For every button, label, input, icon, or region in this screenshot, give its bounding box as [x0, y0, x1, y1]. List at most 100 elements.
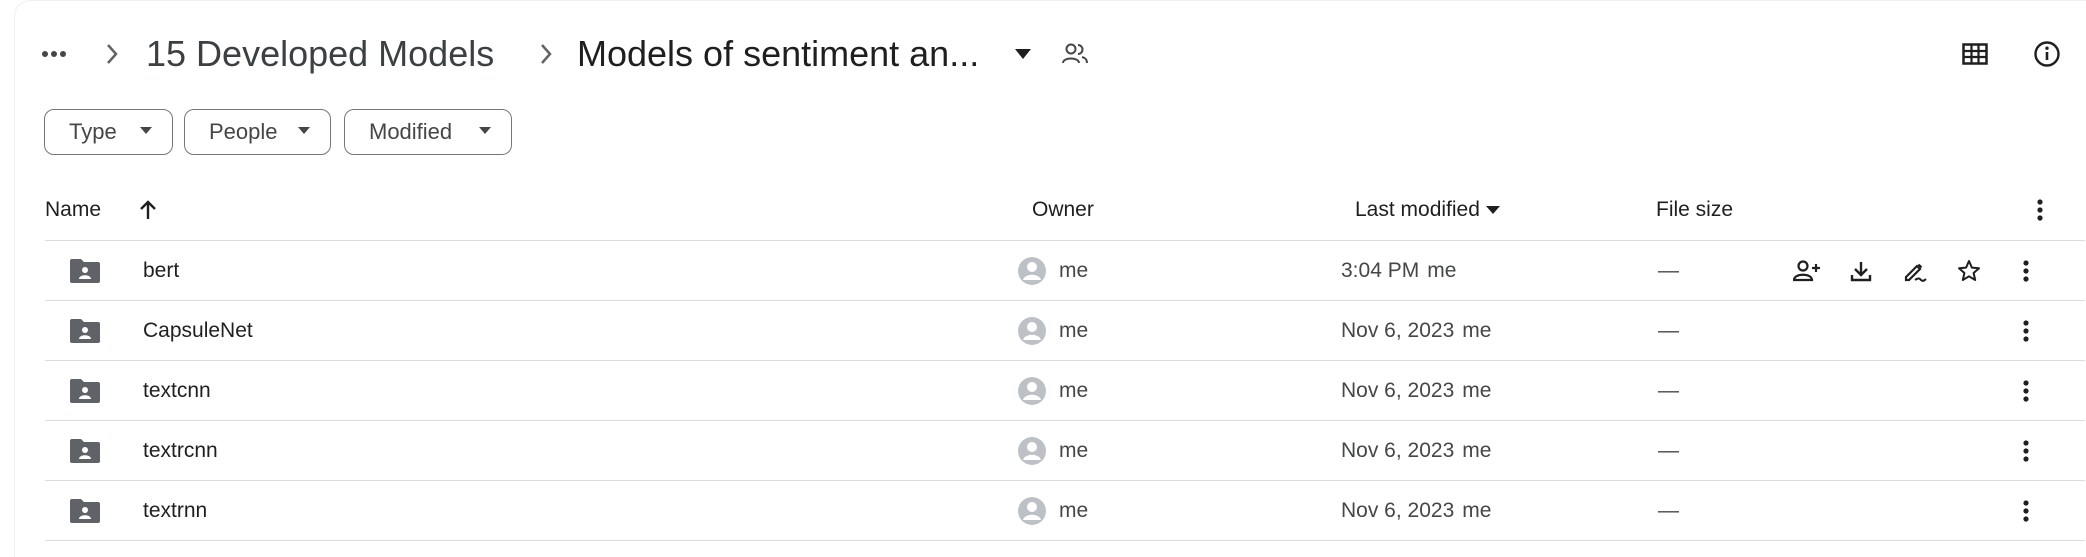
row-quick-actions: [1785, 241, 1985, 301]
modified-by: me: [1462, 319, 1492, 342]
row-more-actions-button[interactable]: [2004, 309, 2048, 353]
owner-cell: me: [1017, 361, 1088, 421]
people-filter-chip[interactable]: People: [184, 109, 331, 155]
rename-icon: [1904, 263, 1927, 282]
last-modified-column-header[interactable]: Last modified: [1355, 198, 1500, 222]
last-modified-cell: 3:04 PM me: [1341, 241, 1456, 301]
folder-icon-cell: [69, 301, 101, 361]
modified-filter-chip[interactable]: Modified: [344, 109, 512, 155]
avatar-icon: [1018, 377, 1046, 405]
shared-folder-icon: [70, 439, 100, 463]
row-more-actions-button[interactable]: [2004, 249, 2048, 293]
breadcrumb-parent-folder[interactable]: 15 Developed Models: [146, 33, 494, 75]
arrow-drop-down-icon: [298, 127, 310, 134]
row-quick-actions: [1785, 301, 1985, 361]
file-size-column-header: File size: [1656, 198, 1734, 221]
star-button[interactable]: [1947, 249, 1991, 293]
folder-icon-cell: [69, 241, 101, 301]
avatar-icon: [1018, 317, 1046, 345]
breadcrumb-current-folder[interactable]: Models of sentiment an...: [577, 33, 979, 75]
modified-by: me: [1462, 379, 1492, 402]
file-size-cell: —: [1658, 259, 1679, 282]
sort-direction-button[interactable]: [126, 188, 170, 232]
arrow-drop-down-icon: [1485, 206, 1500, 214]
row-more-actions-button[interactable]: [2004, 489, 2048, 533]
file-size-cell: —: [1658, 379, 1679, 402]
file-name[interactable]: CapsuleNet: [143, 301, 253, 361]
name-column-header[interactable]: Name: [45, 198, 101, 222]
shared-folder-icon: [70, 259, 100, 283]
table-row[interactable]: textcnn me Nov 6, 2023 me —: [45, 361, 2085, 421]
last-modified-cell: Nov 6, 2023 me: [1341, 481, 1491, 541]
info-icon: [2034, 41, 2060, 67]
modified-date: Nov 6, 2023: [1341, 439, 1455, 462]
row-divider: [45, 540, 2085, 541]
more-vert-icon: [2023, 320, 2029, 342]
arrow-drop-down-icon: [479, 127, 491, 134]
more-vert-icon: [2023, 440, 2029, 462]
modified-date: Nov 6, 2023: [1341, 379, 1455, 402]
share-button[interactable]: [1785, 249, 1829, 293]
shared-folder-icon: [70, 499, 100, 523]
grid-view-button[interactable]: [1953, 32, 1997, 76]
shared-folder-icon: [70, 319, 100, 343]
arrow-drop-down-icon: [140, 127, 152, 134]
shared-folder-icon: [70, 379, 100, 403]
row-quick-actions: [1785, 421, 1985, 481]
modified-by: me: [1427, 259, 1457, 282]
more-vert-icon: [2023, 380, 2029, 402]
owner-name: me: [1059, 499, 1089, 522]
chevron-right-icon: [97, 39, 127, 69]
row-quick-actions: [1785, 361, 1985, 421]
more-horiz-icon: [42, 51, 66, 57]
drive-content-panel: 15 Developed Models Models of sentiment …: [14, 0, 2086, 557]
column-options-button[interactable]: [2018, 188, 2062, 232]
owner-name: me: [1059, 379, 1089, 402]
owner-column-header[interactable]: Owner: [1032, 198, 1094, 222]
table-row[interactable]: CapsuleNet me Nov 6, 2023 me —: [45, 301, 2085, 361]
more-vert-icon: [2023, 260, 2029, 282]
folder-icon-cell: [69, 481, 101, 541]
table-row[interactable]: textrcnn me Nov 6, 2023 me —: [45, 421, 2085, 481]
file-size-cell: —: [1658, 319, 1679, 342]
last-modified-header-label: Last modified: [1355, 198, 1480, 221]
file-name[interactable]: bert: [143, 241, 179, 301]
row-more-actions-button[interactable]: [2004, 369, 2048, 413]
file-name[interactable]: textcnn: [143, 361, 211, 421]
grid-view-icon: [1962, 43, 1988, 65]
modified-filter-label: Modified: [369, 119, 453, 144]
chevron-right-icon: [531, 39, 561, 69]
shared-people-icon[interactable]: [1058, 37, 1092, 71]
modified-date: Nov 6, 2023: [1341, 499, 1455, 522]
owner-cell: me: [1017, 481, 1088, 541]
last-modified-cell: Nov 6, 2023 me: [1341, 361, 1491, 421]
last-modified-cell: Nov 6, 2023 me: [1341, 421, 1491, 481]
avatar-icon: [1018, 437, 1046, 465]
type-filter-label: Type: [69, 119, 117, 144]
row-quick-actions: [1785, 481, 1985, 541]
download-button[interactable]: [1839, 249, 1883, 293]
folder-icon-cell: [69, 421, 101, 481]
breadcrumb-more-button[interactable]: [32, 32, 76, 76]
table-row[interactable]: bert me 3:04 PM me —: [45, 241, 2085, 301]
row-more-actions-button[interactable]: [2004, 429, 2048, 473]
owner-cell: me: [1017, 241, 1088, 301]
file-size-cell: —: [1658, 499, 1679, 522]
download-icon: [1850, 262, 1872, 282]
file-name[interactable]: textrcnn: [143, 421, 218, 481]
details-info-button[interactable]: [2025, 32, 2069, 76]
folder-menu-dropdown-icon[interactable]: [1005, 39, 1041, 69]
modified-by: me: [1462, 439, 1492, 462]
last-modified-cell: Nov 6, 2023 me: [1341, 301, 1491, 361]
owner-name: me: [1059, 439, 1089, 462]
more-vert-icon: [2023, 500, 2029, 522]
add-person-icon: [1793, 260, 1820, 282]
type-filter-chip[interactable]: Type: [44, 109, 173, 155]
owner-name: me: [1059, 319, 1089, 342]
owner-name: me: [1059, 259, 1089, 282]
file-name[interactable]: textrnn: [143, 481, 207, 541]
avatar-icon: [1018, 497, 1046, 525]
table-row[interactable]: textrnn me Nov 6, 2023 me —: [45, 481, 2085, 541]
file-size-cell: —: [1658, 439, 1679, 462]
rename-button[interactable]: [1893, 249, 1937, 293]
